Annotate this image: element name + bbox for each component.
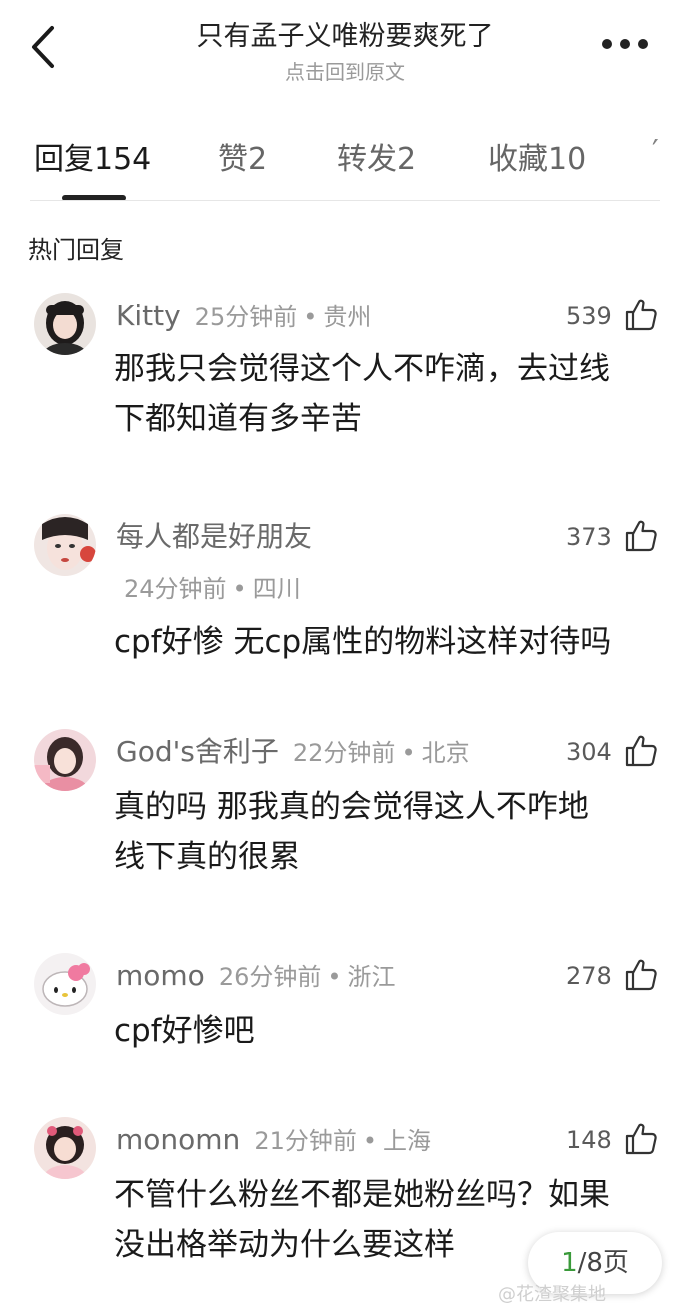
thumbs-up-icon [625, 520, 657, 552]
total-pages: /8页 [577, 1248, 629, 1278]
avatar[interactable] [34, 1117, 96, 1179]
tab-reposts[interactable]: 转发2 [337, 134, 416, 178]
tab-likes[interactable]: 赞2 [218, 134, 267, 178]
avatar[interactable] [34, 293, 96, 355]
post-title[interactable]: 只有孟子义唯粉要爽死了 [0, 14, 690, 53]
divider [30, 200, 660, 201]
avatar[interactable] [34, 514, 96, 576]
avatar[interactable] [34, 953, 96, 1015]
comment-text: 真的吗 那我真的会觉得这人不咋地 线下真的很累 [114, 789, 589, 875]
comment-time: 26分钟前 [218, 963, 322, 991]
like-count: 539 [566, 302, 612, 330]
tab-overflow-fade [650, 120, 690, 202]
comment-time: 25分钟前 [194, 303, 298, 331]
comment-text: cpf好惨吧 [114, 1013, 255, 1049]
username[interactable]: Kitty [116, 299, 181, 332]
comment-meta: 24分钟前 • 四川 [124, 575, 301, 603]
like-button[interactable]: 148 [540, 1120, 660, 1160]
comment-location: 贵州 [323, 303, 372, 331]
comment-time: 22分钟前 [292, 739, 396, 767]
comment-text: 那我只会觉得这个人不咋滴，去过线 下都知道有多辛苦 [114, 351, 610, 437]
comment-location: 四川 [252, 575, 301, 603]
tab-favorites[interactable]: 收藏10 [488, 134, 586, 178]
comment-meta: Kitty 25分钟前 • 贵州 [116, 299, 372, 332]
username[interactable]: momo [116, 959, 205, 992]
like-button[interactable]: 278 [540, 956, 660, 996]
comment-location: 浙江 [347, 963, 396, 991]
comment-meta: monomn 21分钟前 • 上海 [116, 1123, 432, 1156]
back-to-original-link[interactable]: 点击回到原文 [0, 56, 690, 85]
thumbs-up-icon [625, 735, 657, 767]
like-count: 304 [566, 738, 612, 766]
more-button[interactable] [600, 36, 650, 52]
current-page: 1 [561, 1248, 578, 1278]
like-count: 373 [566, 523, 612, 551]
thumbs-up-icon [625, 1123, 657, 1155]
like-count: 278 [566, 962, 612, 990]
hot-replies-heading: 热门回复 [28, 236, 124, 264]
comment-location: 北京 [421, 739, 470, 767]
tab-replies[interactable]: 回复154 [34, 134, 151, 178]
username[interactable]: God's舍利子 [116, 735, 279, 768]
like-button[interactable]: 539 [540, 296, 660, 336]
tab-bar: 回复154 赞2 转发2 收藏10 ′ [0, 120, 690, 202]
comment-meta: momo 26分钟前 • 浙江 [116, 959, 396, 992]
thumbs-up-icon [625, 299, 657, 331]
comment-meta: God's舍利子 22分钟前 • 北京 [116, 735, 470, 768]
comment-time: 24分钟前 [124, 575, 227, 603]
comment-meta: 每人都是好朋友 [116, 517, 312, 557]
comment-text: cpf好惨 无cp属性的物料这样对待吗 [114, 624, 612, 660]
username[interactable]: monomn [116, 1123, 240, 1156]
like-button[interactable]: 304 [540, 732, 660, 772]
avatar[interactable] [34, 729, 96, 791]
top-bar: 只有孟子义唯粉要爽死了 点击回到原文 [0, 0, 690, 95]
comment-location: 上海 [383, 1127, 432, 1155]
like-button[interactable]: 373 [540, 517, 660, 557]
like-count: 148 [566, 1126, 612, 1154]
username[interactable]: 每人都是好朋友 [116, 520, 312, 553]
watermark: @花渣聚集地 [498, 1284, 606, 1305]
more-dots-icon [602, 39, 612, 49]
thumbs-up-icon [625, 959, 657, 991]
comment-time: 21分钟前 [254, 1127, 357, 1155]
